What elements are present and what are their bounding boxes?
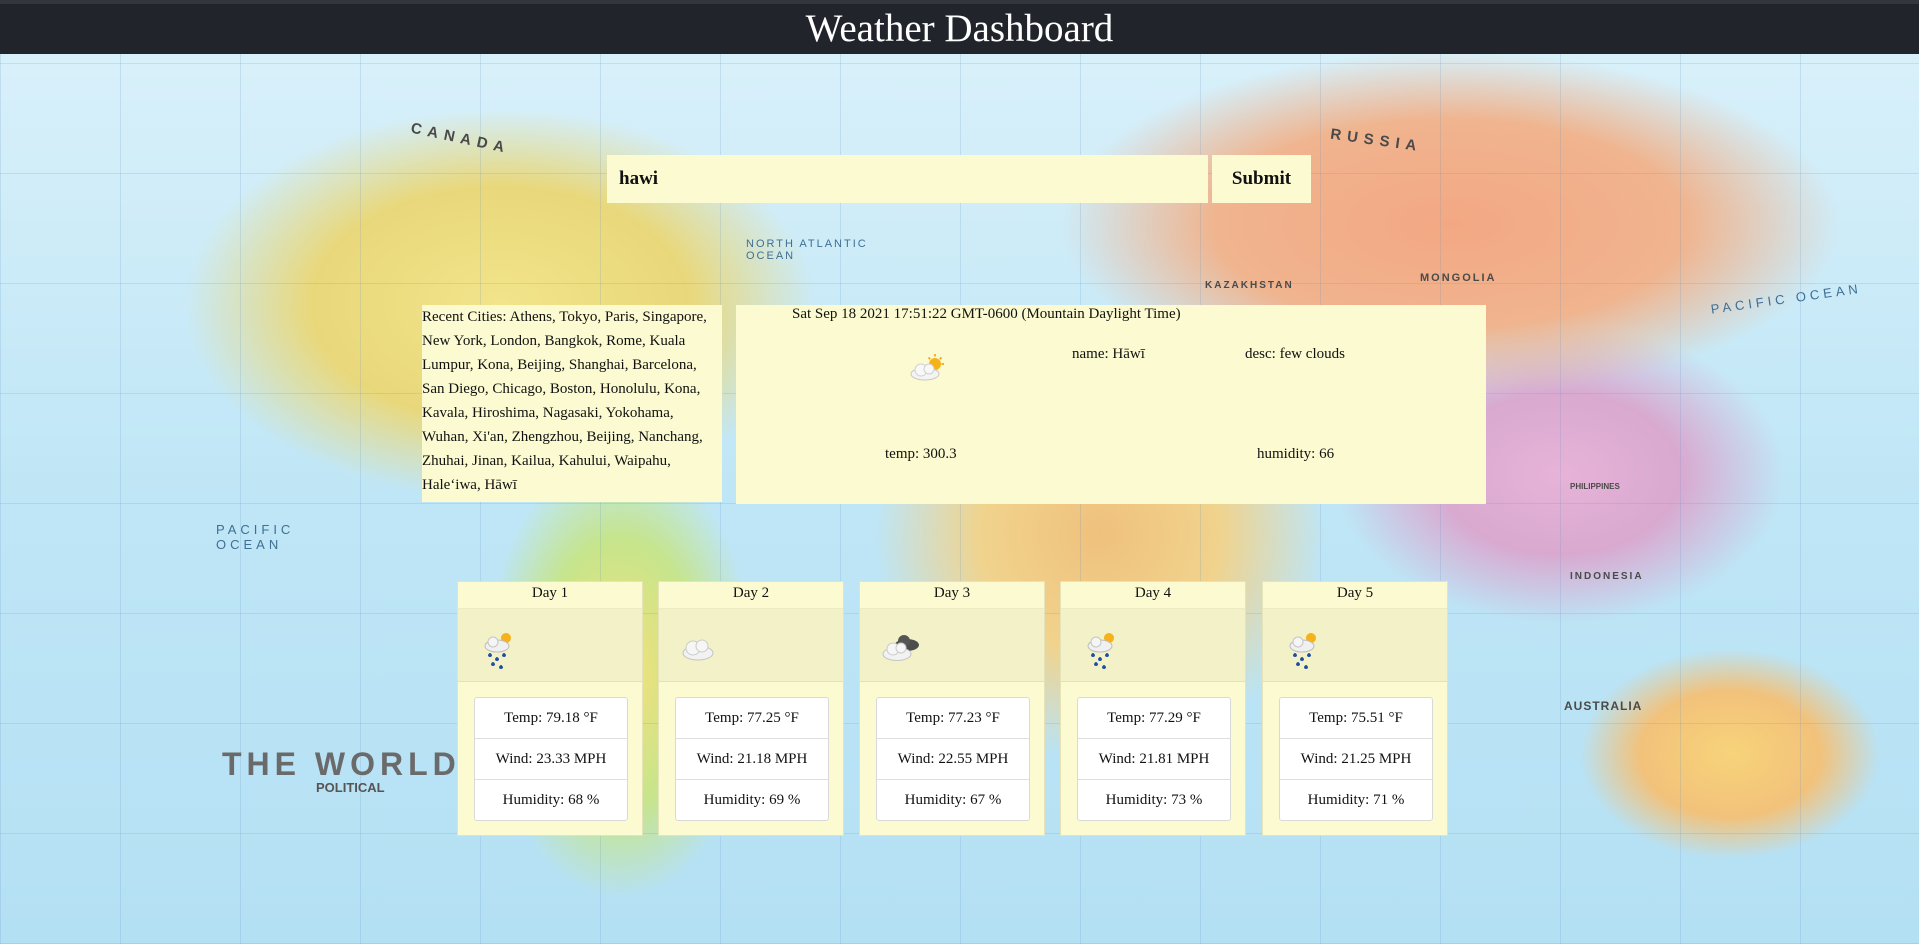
current-humidity: humidity: 66 bbox=[1257, 446, 1335, 462]
forecast-stats: Temp: 77.23 °F Wind: 22.55 MPH Humidity:… bbox=[876, 697, 1030, 821]
forecast-card-day-3: Day 3 Temp: 77.23 °F Wind: 22.55 MPH Hum… bbox=[859, 581, 1045, 836]
forecast-day-label: Day 3 bbox=[860, 582, 1044, 608]
page-title: Weather Dashboard bbox=[805, 7, 1114, 50]
rain-sun-icon bbox=[1061, 608, 1245, 682]
recent-cities-list: Athens, Tokyo, Paris, Singapore, New Yor… bbox=[422, 309, 707, 493]
map-label-mongolia: MONGOLIA bbox=[1420, 272, 1497, 284]
forecast-humidity: Humidity: 73 % bbox=[1105, 792, 1203, 808]
current-temp: temp: 300.3 bbox=[885, 446, 957, 462]
forecast-day-label: Day 5 bbox=[1263, 582, 1447, 608]
map-subtitle: POLITICAL bbox=[316, 780, 385, 795]
map-label-kazakhstan: KAZAKHSTAN bbox=[1205, 280, 1294, 291]
forecast-temp: Temp: 77.25 °F bbox=[676, 698, 828, 739]
rain-sun-icon bbox=[1263, 608, 1447, 682]
forecast-temp: Temp: 79.18 °F bbox=[475, 698, 627, 739]
rain-sun-icon bbox=[458, 608, 642, 682]
recent-cities-label: Recent Cities: bbox=[422, 309, 507, 325]
forecast-stats: Temp: 75.51 °F Wind: 21.25 MPH Humidity:… bbox=[1279, 697, 1433, 821]
current-description: desc: few clouds bbox=[1245, 346, 1345, 362]
app-header: Weather Dashboard bbox=[0, 0, 1919, 54]
few-clouds-day-icon bbox=[908, 353, 948, 388]
recent-cities-panel: Recent Cities: Athens, Tokyo, Paris, Sin… bbox=[422, 305, 722, 502]
forecast-day-label: Day 4 bbox=[1061, 582, 1245, 608]
current-weather-panel: Sat Sep 18 2021 17:51:22 GMT-0600 (Mount… bbox=[736, 305, 1486, 504]
map-label-australia: AUSTRALIA bbox=[1564, 699, 1643, 713]
city-search-input[interactable] bbox=[607, 155, 1208, 203]
forecast-wind: Wind: 21.25 MPH bbox=[1280, 739, 1432, 780]
forecast-stats: Temp: 77.25 °F Wind: 21.18 MPH Humidity:… bbox=[675, 697, 829, 821]
map-ocean-pacific-west: PACIFIC OCEAN bbox=[216, 522, 295, 552]
forecast-card-day-1: Day 1 Temp: 79.18 °F Wind: 23.33 MPH Hum… bbox=[457, 581, 643, 836]
forecast-wind: Wind: 21.18 MPH bbox=[676, 739, 828, 780]
map-ocean-north-atlantic: NORTH ATLANTIC OCEAN bbox=[746, 238, 868, 262]
forecast-wind: Wind: 23.33 MPH bbox=[475, 739, 627, 780]
forecast-temp: Temp: 77.23 °F bbox=[877, 698, 1029, 739]
forecast-day-label: Day 1 bbox=[458, 582, 642, 608]
map-title: THE WORLD bbox=[222, 746, 461, 782]
current-date: Sat Sep 18 2021 17:51:22 GMT-0600 (Mount… bbox=[792, 306, 1181, 322]
cloud-icon bbox=[659, 608, 843, 682]
forecast-stats: Temp: 79.18 °F Wind: 23.33 MPH Humidity:… bbox=[474, 697, 628, 821]
forecast-card-day-4: Day 4 Temp: 77.29 °F Wind: 21.81 MPH Hum… bbox=[1060, 581, 1246, 836]
forecast-humidity: Humidity: 67 % bbox=[904, 792, 1002, 808]
forecast-day-label: Day 2 bbox=[659, 582, 843, 608]
forecast-card-day-2: Day 2 Temp: 77.25 °F Wind: 21.18 MPH Hum… bbox=[658, 581, 844, 836]
submit-button[interactable]: Submit bbox=[1212, 155, 1311, 203]
map-label-philippines: PHILIPPINES bbox=[1570, 482, 1620, 491]
forecast-card-day-5: Day 5 Temp: 75.51 °F Wind: 21.25 MPH Hum… bbox=[1262, 581, 1448, 836]
forecast-wind: Wind: 22.55 MPH bbox=[877, 739, 1029, 780]
forecast-humidity: Humidity: 71 % bbox=[1307, 792, 1405, 808]
forecast-wind: Wind: 21.81 MPH bbox=[1078, 739, 1230, 780]
forecast-humidity: Humidity: 69 % bbox=[703, 792, 801, 808]
map-label-indonesia: INDONESIA bbox=[1570, 571, 1644, 582]
forecast-temp: Temp: 75.51 °F bbox=[1280, 698, 1432, 739]
broken-clouds-icon bbox=[860, 608, 1044, 682]
forecast-stats: Temp: 77.29 °F Wind: 21.81 MPH Humidity:… bbox=[1077, 697, 1231, 821]
forecast-temp: Temp: 77.29 °F bbox=[1078, 698, 1230, 739]
forecast-humidity: Humidity: 68 % bbox=[502, 792, 600, 808]
current-city-name: name: Hāwī bbox=[1072, 346, 1145, 362]
